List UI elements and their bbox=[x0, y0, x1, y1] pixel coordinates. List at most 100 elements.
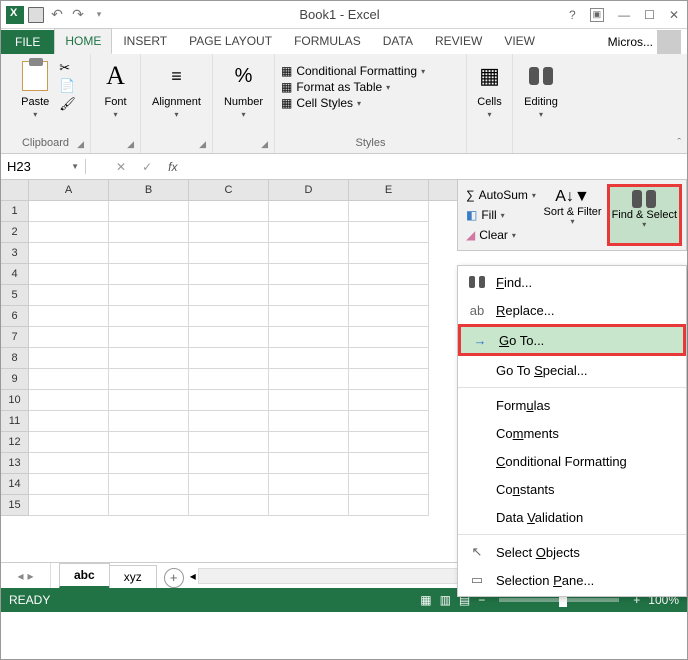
cut-icon[interactable]: ✂ bbox=[59, 60, 76, 76]
paste-icon bbox=[22, 61, 48, 91]
menu-conditional-formatting[interactable]: Conditional Formatting bbox=[458, 447, 686, 475]
cell-styles-icon: ▦ bbox=[281, 96, 292, 110]
menu-constants[interactable]: Constants bbox=[458, 475, 686, 503]
row-header[interactable]: 12 bbox=[1, 432, 28, 453]
find-select-button[interactable]: Find & Select▾ bbox=[607, 184, 682, 246]
row-header[interactable]: 10 bbox=[1, 390, 28, 411]
tab-formulas[interactable]: FORMULAS bbox=[283, 28, 372, 54]
row-header[interactable]: 4 bbox=[1, 264, 28, 285]
clipboard-launcher-icon[interactable]: ◢ bbox=[77, 139, 84, 150]
menu-goto-label: Go To... bbox=[499, 333, 544, 348]
tab-insert[interactable]: INSERT bbox=[112, 28, 178, 54]
tab-page-layout[interactable]: PAGE LAYOUT bbox=[178, 28, 283, 54]
view-page-layout-icon[interactable]: ▥ bbox=[440, 593, 451, 607]
menu-replace[interactable]: ab Replace... bbox=[458, 296, 686, 324]
menu-selection-pane[interactable]: ▭ Selection Pane... bbox=[458, 566, 686, 594]
maximize-icon[interactable]: ☐ bbox=[644, 8, 655, 22]
account-menu[interactable]: Micros... bbox=[608, 30, 687, 54]
title-bar: ↶ ↷ ▾ Book1 - Excel ? ▣ — ☐ ✕ bbox=[1, 1, 687, 29]
menu-comments-label: Comments bbox=[496, 426, 559, 441]
alignment-button[interactable]: ≡ Alignment▾ bbox=[148, 58, 205, 122]
redo-icon[interactable]: ↷ bbox=[68, 5, 88, 25]
row-header[interactable]: 2 bbox=[1, 222, 28, 243]
new-sheet-button[interactable]: + bbox=[164, 568, 184, 588]
menu-select-objects-label: Select Objects bbox=[496, 545, 580, 560]
format-painter-icon[interactable]: 🖌 bbox=[59, 96, 76, 112]
editing-button[interactable]: Editing▾ bbox=[520, 58, 562, 122]
close-icon[interactable]: ✕ bbox=[669, 8, 679, 22]
menu-formulas[interactable]: Formulas bbox=[458, 391, 686, 419]
name-box[interactable]: H23 ▼ bbox=[1, 159, 86, 174]
copy-icon[interactable]: 📄 bbox=[59, 78, 76, 94]
font-button[interactable]: A Font▾ bbox=[96, 58, 136, 122]
select-all-corner[interactable] bbox=[1, 180, 29, 201]
row-header[interactable]: 6 bbox=[1, 306, 28, 327]
qat-customize-icon[interactable]: ▾ bbox=[89, 5, 109, 25]
help-icon[interactable]: ? bbox=[569, 8, 576, 22]
column-header[interactable]: A bbox=[29, 180, 109, 200]
sheet-tab-xyz[interactable]: xyz bbox=[109, 565, 157, 588]
menu-select-objects[interactable]: ↖ Select Objects bbox=[458, 538, 686, 566]
row-header[interactable]: 5 bbox=[1, 285, 28, 306]
cancel-formula-icon[interactable]: ✕ bbox=[116, 160, 126, 174]
row-header[interactable]: 15 bbox=[1, 495, 28, 516]
sort-filter-button[interactable]: A↓▼ Sort & Filter▾ bbox=[541, 184, 605, 246]
column-header[interactable]: C bbox=[189, 180, 269, 200]
tab-view[interactable]: VIEW bbox=[493, 28, 546, 54]
cells-button[interactable]: ▦ Cells▾ bbox=[470, 58, 510, 122]
row-header[interactable]: 11 bbox=[1, 411, 28, 432]
sheet-nav[interactable]: ◂▸ bbox=[1, 563, 51, 588]
fill-button[interactable]: ◧ Fill ▾ bbox=[466, 208, 537, 222]
fill-label: Fill bbox=[481, 208, 496, 222]
editing-label: Editing bbox=[524, 96, 558, 108]
number-button[interactable]: % Number▾ bbox=[220, 58, 267, 122]
ribbon-tabs: FILE HOME INSERT PAGE LAYOUT FORMULAS DA… bbox=[1, 29, 687, 54]
column-header[interactable]: E bbox=[349, 180, 429, 200]
enter-formula-icon[interactable]: ✓ bbox=[142, 160, 152, 174]
menu-data-validation[interactable]: Data Validation bbox=[458, 503, 686, 531]
name-box-dropdown-icon[interactable]: ▼ bbox=[71, 162, 79, 171]
paste-label: Paste bbox=[21, 96, 49, 108]
tab-review[interactable]: REVIEW bbox=[424, 28, 493, 54]
row-header[interactable]: 3 bbox=[1, 243, 28, 264]
undo-icon[interactable]: ↶ bbox=[47, 5, 67, 25]
menu-goto-special[interactable]: Go To Special... bbox=[458, 356, 686, 384]
autosum-button[interactable]: ∑ AutoSum ▾ bbox=[466, 188, 537, 202]
number-launcher-icon[interactable]: ◢ bbox=[261, 139, 268, 150]
row-headers[interactable]: 1 2 3 4 5 6 7 8 9 10 11 12 13 14 15 bbox=[1, 201, 29, 516]
sheet-tab-abc[interactable]: abc bbox=[59, 563, 110, 588]
view-normal-icon[interactable]: ▦ bbox=[420, 593, 431, 607]
row-header[interactable]: 13 bbox=[1, 453, 28, 474]
tab-file[interactable]: FILE bbox=[1, 30, 54, 54]
zoom-slider[interactable] bbox=[499, 598, 619, 602]
scroll-left-icon[interactable]: ◂ bbox=[190, 569, 196, 583]
ribbon-display-icon[interactable]: ▣ bbox=[590, 8, 605, 22]
column-header[interactable]: B bbox=[109, 180, 189, 200]
conditional-formatting-button[interactable]: ▦ Conditional Formatting ▾ bbox=[281, 64, 425, 78]
menu-goto[interactable]: → Go To... bbox=[458, 324, 686, 356]
row-header[interactable]: 8 bbox=[1, 348, 28, 369]
collapse-ribbon-icon[interactable]: ˆ bbox=[677, 137, 681, 149]
account-label: Micros... bbox=[608, 35, 653, 49]
tab-data[interactable]: DATA bbox=[372, 28, 424, 54]
paste-button[interactable]: Paste▾ bbox=[15, 58, 55, 122]
minimize-icon[interactable]: — bbox=[618, 8, 630, 22]
clear-button[interactable]: ◢ Clear ▾ bbox=[466, 228, 537, 242]
clipboard-group-label: Clipboard bbox=[22, 137, 69, 149]
fx-icon[interactable]: fx bbox=[168, 160, 177, 174]
save-icon[interactable] bbox=[26, 5, 46, 25]
menu-comments[interactable]: Comments bbox=[458, 419, 686, 447]
menu-find[interactable]: Find... bbox=[458, 268, 686, 296]
column-header[interactable]: D bbox=[269, 180, 349, 200]
alignment-launcher-icon[interactable]: ◢ bbox=[199, 139, 206, 150]
row-header[interactable]: 9 bbox=[1, 369, 28, 390]
row-header[interactable]: 1 bbox=[1, 201, 28, 222]
cell-styles-button[interactable]: ▦ Cell Styles ▾ bbox=[281, 96, 425, 110]
row-header[interactable]: 7 bbox=[1, 327, 28, 348]
row-header[interactable]: 14 bbox=[1, 474, 28, 495]
autosum-label: AutoSum bbox=[479, 188, 528, 202]
font-launcher-icon[interactable]: ◢ bbox=[127, 139, 134, 150]
group-alignment: ≡ Alignment▾ ◢ bbox=[141, 54, 213, 153]
format-as-table-button[interactable]: ▦ Format as Table ▾ bbox=[281, 80, 425, 94]
tab-home[interactable]: HOME bbox=[54, 28, 112, 54]
